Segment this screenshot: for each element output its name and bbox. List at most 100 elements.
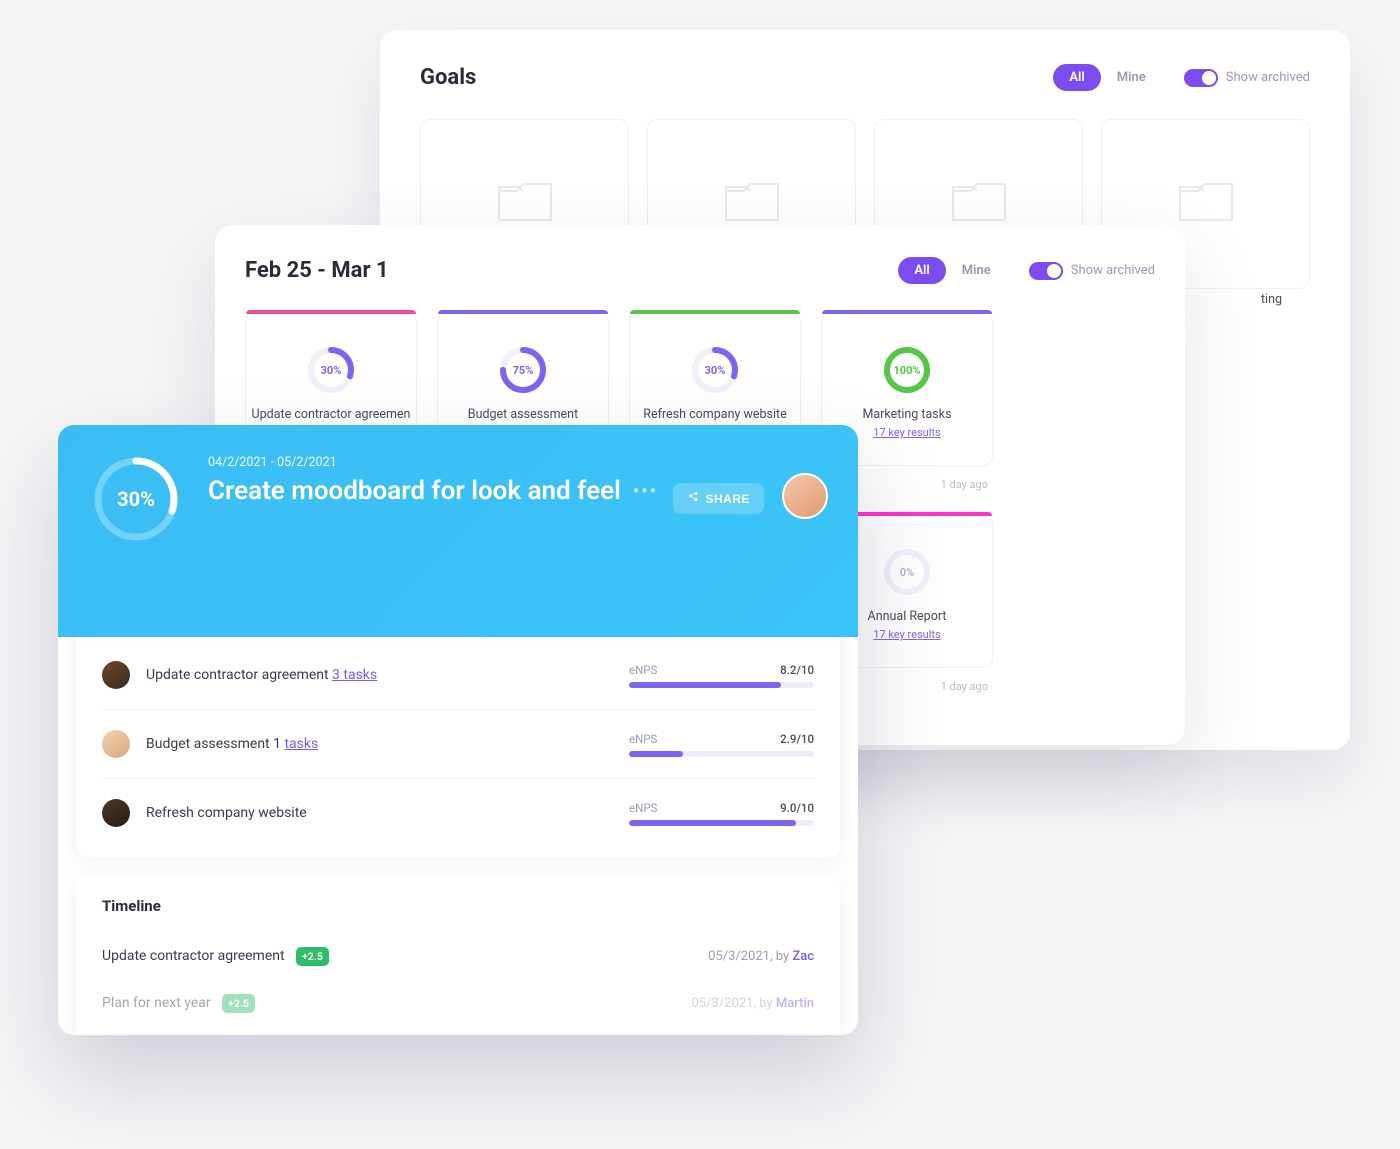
- tasks-link[interactable]: 3 tasks: [332, 667, 377, 683]
- timeline-date: 05/3/2021, by: [708, 949, 792, 964]
- progress-ring: 30%: [306, 345, 356, 395]
- timeline-header: Timeline: [102, 897, 814, 915]
- metric: eNPS 9.0/10: [629, 801, 814, 826]
- metric: eNPS 2.9/10: [629, 732, 814, 757]
- timeline-title: Timeline: [102, 897, 161, 915]
- detail-panel: 30% 04/2/2021 - 05/2/2021 Create moodboa…: [58, 425, 858, 1035]
- goal-accent: [438, 310, 608, 314]
- goal-title: Marketing tasks: [862, 407, 951, 422]
- target-row: Budget assessment 1 tasks eNPS 2.9/10: [102, 710, 814, 779]
- timeline-label: Plan for next year: [102, 995, 211, 1011]
- assignee-avatar[interactable]: [102, 730, 130, 758]
- progress-label: 0%: [882, 547, 932, 597]
- tasks-link[interactable]: tasks: [284, 736, 318, 752]
- progress-label: 30%: [690, 345, 740, 395]
- filter-pills: All Mine: [1053, 64, 1161, 91]
- hero-date-range: 04/2/2021 - 05/2/2021: [208, 455, 658, 470]
- progress-ring: 0%: [882, 547, 932, 597]
- hero-progress-ring: 30%: [92, 455, 180, 543]
- show-archived-toggle-wrap: Show archived: [1029, 262, 1155, 280]
- share-button[interactable]: SHARE: [673, 483, 764, 514]
- goal-key-results[interactable]: 17 key results: [873, 426, 940, 439]
- metric-value: 9.0/10: [780, 801, 814, 815]
- goal-title: Annual Report: [868, 609, 947, 624]
- progress-fill: [629, 682, 781, 688]
- progress-fill: [629, 751, 683, 757]
- timeline-user[interactable]: Martin: [776, 996, 814, 1011]
- metric-value: 8.2/10: [780, 663, 814, 677]
- owner-avatar[interactable]: [782, 473, 828, 519]
- folder-icon: [722, 177, 782, 231]
- target-text: Update contractor agreement: [146, 667, 332, 683]
- goal-key-results[interactable]: 17 key results: [873, 628, 940, 641]
- show-archived-label: Show archived: [1226, 70, 1310, 85]
- progress-label: 75%: [498, 345, 548, 395]
- share-label: SHARE: [705, 492, 750, 506]
- timeline-meta: 05/3/2021, by Zac: [708, 949, 814, 964]
- filter-all[interactable]: All: [1053, 64, 1100, 91]
- metric-name: eNPS: [629, 663, 657, 677]
- filter-all[interactable]: All: [898, 257, 945, 284]
- delta-badge: +2.5: [296, 947, 329, 966]
- goal-timestamp: 1 day ago: [941, 478, 988, 491]
- target-text: Refresh company website: [146, 805, 307, 821]
- hero-progress-label: 30%: [92, 455, 180, 543]
- progress-bar: [629, 682, 814, 688]
- progress-ring: 100%: [882, 345, 932, 395]
- filter-mine[interactable]: Mine: [946, 257, 1007, 284]
- target-label: Refresh company website: [146, 805, 629, 821]
- progress-bar: [629, 751, 814, 757]
- show-archived-toggle-wrap: Show archived: [1184, 69, 1310, 87]
- timeline-event: Plan for next year +2.5: [102, 994, 255, 1013]
- share-icon: [687, 491, 699, 506]
- metric: eNPS 8.2/10: [629, 663, 814, 688]
- week-header: Feb 25 - Mar 1 All Mine Show archived: [245, 257, 1155, 284]
- filter-pills: All Mine: [898, 257, 1006, 284]
- target-row: Refresh company website eNPS 9.0/10: [102, 779, 814, 847]
- target-text: Budget assessment 1: [146, 736, 284, 752]
- goal-accent: [822, 310, 992, 314]
- week-title: Feb 25 - Mar 1: [245, 258, 389, 283]
- filter-mine[interactable]: Mine: [1101, 64, 1162, 91]
- goal-title: Refresh company website: [643, 407, 786, 422]
- timeline-label: Update contractor agreement: [102, 948, 285, 964]
- folder-icon: [949, 177, 1009, 231]
- goal-accent: [246, 310, 416, 314]
- metric-name: eNPS: [629, 801, 657, 815]
- timeline-event: Update contractor agreement +2.5: [102, 947, 329, 966]
- timeline-card: Timeline Update contractor agreement +2.…: [76, 875, 840, 1035]
- goals-header: Goals All Mine Show archived: [420, 64, 1310, 91]
- hero-text: 04/2/2021 - 05/2/2021 Create moodboard f…: [208, 455, 658, 506]
- folder-icon: [495, 177, 555, 231]
- assignee-avatar[interactable]: [102, 799, 130, 827]
- goal-timestamp: 1 day ago: [941, 680, 988, 693]
- hero-title-text: Create moodboard for look and feel: [208, 476, 621, 506]
- goal-title: Budget assessment: [468, 407, 578, 422]
- delta-badge: +2.5: [222, 994, 255, 1013]
- metric-value: 2.9/10: [780, 732, 814, 746]
- progress-label: 30%: [306, 345, 356, 395]
- detail-hero: 30% 04/2/2021 - 05/2/2021 Create moodboa…: [58, 425, 858, 637]
- metric-name: eNPS: [629, 732, 657, 746]
- timeline-row: Update contractor agreement +2.5 05/3/20…: [102, 933, 814, 980]
- show-archived-toggle[interactable]: [1184, 69, 1218, 87]
- timeline-row: Plan for next year +2.5 05/3/2021, by Ma…: [102, 980, 814, 1027]
- target-label: Budget assessment 1 tasks: [146, 736, 629, 752]
- partial-goal-title: ting: [1261, 292, 1282, 307]
- timeline-date: 05/3/2021, by: [692, 996, 776, 1011]
- timeline-user[interactable]: Zac: [792, 949, 814, 964]
- progress-fill: [629, 820, 796, 826]
- hero-title: Create moodboard for look and feel •••: [208, 476, 658, 506]
- goals-controls: All Mine Show archived: [1053, 64, 1310, 91]
- progress-bar: [629, 820, 814, 826]
- show-archived-toggle[interactable]: [1029, 262, 1063, 280]
- timeline-meta: 05/3/2021, by Martin: [692, 996, 814, 1011]
- more-icon[interactable]: •••: [633, 481, 658, 502]
- target-label: Update contractor agreement 3 tasks: [146, 667, 629, 683]
- target-row: Update contractor agreement 3 tasks eNPS…: [102, 641, 814, 710]
- assignee-avatar[interactable]: [102, 661, 130, 689]
- goal-title: Update contractor agreemen: [252, 407, 411, 422]
- goals-title: Goals: [420, 65, 476, 90]
- week-controls: All Mine Show archived: [898, 257, 1155, 284]
- folder-icon: [1176, 177, 1236, 231]
